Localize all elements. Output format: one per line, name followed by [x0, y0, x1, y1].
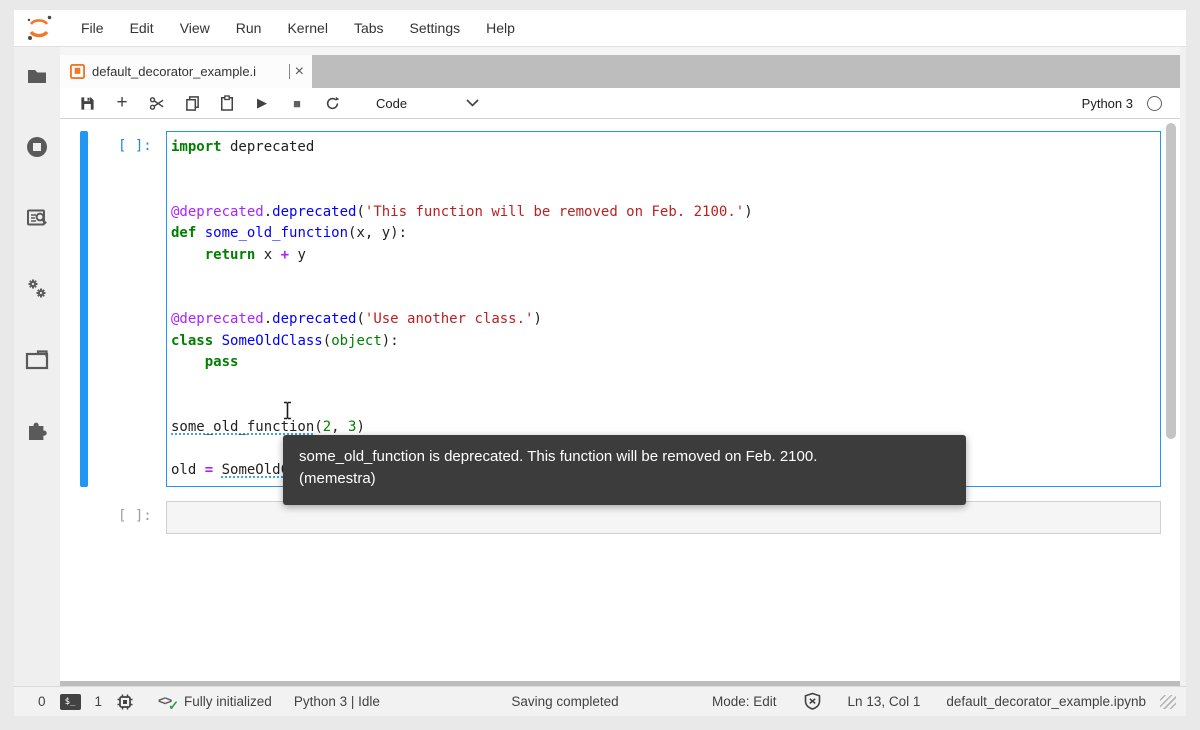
- inspector-icon[interactable]: [25, 206, 49, 230]
- kernel-name[interactable]: Python 3: [1082, 96, 1133, 111]
- vertical-scrollbar[interactable]: [1166, 123, 1176, 439]
- code-lines: import deprecated @deprecated.deprecated…: [171, 137, 1156, 481]
- paste-button[interactable]: [214, 91, 240, 115]
- chevron-down-icon[interactable]: [459, 91, 485, 115]
- lsp-icon: <> ✓: [158, 692, 180, 713]
- kernels-count[interactable]: 1: [95, 694, 103, 709]
- trust-shield-icon[interactable]: [803, 692, 822, 711]
- tooltip-message: some_old_function is deprecated. This fu…: [299, 448, 818, 465]
- save-button[interactable]: [74, 91, 100, 115]
- interrupt-kernel-button[interactable]: ■: [284, 91, 310, 115]
- code-line[interactable]: @deprecated.deprecated('This function wi…: [171, 202, 1156, 224]
- insert-cell-button[interactable]: +: [109, 91, 135, 115]
- tooltip-source: (memestra): [299, 470, 376, 487]
- code-line[interactable]: import deprecated: [171, 137, 1156, 159]
- cell-collapser[interactable]: [80, 131, 88, 487]
- notebook-toolbar: + ▶ ■ Code Python 3: [60, 88, 1180, 119]
- menu-help[interactable]: Help: [473, 14, 528, 42]
- code-line[interactable]: [171, 180, 1156, 202]
- code-line[interactable]: [171, 159, 1156, 181]
- status-bar: 0 $_ 1 <> ✓ Fully initialized Python 3 | …: [14, 686, 1186, 716]
- open-tabs-icon[interactable]: [25, 348, 49, 372]
- extensions-icon[interactable]: [25, 419, 49, 443]
- terminal-icon[interactable]: $_: [59, 693, 81, 710]
- code-cell[interactable]: [ ]: import deprecated @deprecated.depre…: [60, 131, 1180, 487]
- menu-file[interactable]: File: [68, 14, 117, 42]
- code-line[interactable]: [171, 395, 1156, 417]
- copy-button[interactable]: [179, 91, 205, 115]
- text-cursor-icon: [282, 401, 293, 425]
- menu-run[interactable]: Run: [223, 14, 275, 42]
- resize-grip[interactable]: [1160, 694, 1176, 709]
- tab-close-icon[interactable]: ×: [295, 63, 304, 80]
- notebook-tab[interactable]: default_decorator_example.i ×: [60, 55, 312, 88]
- cut-button[interactable]: [144, 91, 170, 115]
- code-line[interactable]: [171, 288, 1156, 310]
- jupyterlab-window: File Edit View Run Kernel Tabs Settings …: [14, 10, 1186, 716]
- restart-kernel-button[interactable]: [319, 91, 345, 115]
- kernel-status[interactable]: Python 3 | Idle: [294, 694, 380, 709]
- code-line[interactable]: @deprecated.deprecated('Use another clas…: [171, 309, 1156, 331]
- menu-bar: File Edit View Run Kernel Tabs Settings …: [14, 10, 1186, 47]
- menu-kernel[interactable]: Kernel: [274, 14, 340, 42]
- notebook-panel: [ ]: import deprecated @deprecated.depre…: [60, 119, 1180, 681]
- kernel-chip-icon[interactable]: [116, 693, 134, 711]
- tab-title: default_decorator_example.i: [92, 64, 290, 79]
- cursor-position[interactable]: Ln 13, Col 1: [848, 694, 921, 709]
- terminals-count[interactable]: 0: [38, 694, 46, 709]
- gears-icon[interactable]: [25, 277, 49, 301]
- menu-edit[interactable]: Edit: [117, 14, 167, 42]
- code-line[interactable]: def some_old_function(x, y):: [171, 223, 1156, 245]
- code-line[interactable]: return x + y: [171, 245, 1156, 267]
- empty-code-cell[interactable]: [ ]:: [60, 501, 1180, 534]
- code-line[interactable]: [171, 374, 1156, 396]
- deprecation-tooltip: some_old_function is deprecated. This fu…: [283, 435, 966, 505]
- code-editor[interactable]: import deprecated @deprecated.deprecated…: [166, 131, 1161, 487]
- jupyter-logo-icon: [24, 14, 54, 42]
- code-line[interactable]: pass: [171, 352, 1156, 374]
- filename-status: default_decorator_example.ipynb: [946, 694, 1146, 709]
- code-line[interactable]: [171, 266, 1156, 288]
- file-browser-icon[interactable]: [25, 64, 49, 88]
- empty-code-editor[interactable]: [166, 501, 1161, 534]
- cell-collapser[interactable]: [80, 501, 88, 534]
- saving-status: Saving completed: [511, 694, 619, 709]
- mode-indicator[interactable]: Mode: Edit: [712, 694, 777, 709]
- code-line[interactable]: class SomeOldClass(object):: [171, 331, 1156, 353]
- run-button[interactable]: ▶: [249, 91, 275, 115]
- menu-view[interactable]: View: [167, 14, 223, 42]
- lsp-status-label: Fully initialized: [184, 694, 272, 709]
- running-kernels-icon[interactable]: [25, 135, 49, 159]
- menu-settings[interactable]: Settings: [397, 14, 474, 42]
- tab-bar: default_decorator_example.i ×: [60, 47, 1180, 88]
- cell-prompt: [ ]:: [118, 138, 152, 154]
- kernel-status-icon: [1147, 95, 1162, 111]
- notebook-icon: [70, 64, 85, 79]
- cell-type-dropdown[interactable]: Code: [376, 96, 407, 111]
- lsp-status[interactable]: <> ✓ Fully initialized: [158, 692, 272, 713]
- menu-tabs[interactable]: Tabs: [341, 14, 397, 42]
- left-sidebar: [14, 47, 60, 686]
- cell-prompt: [ ]:: [118, 508, 152, 524]
